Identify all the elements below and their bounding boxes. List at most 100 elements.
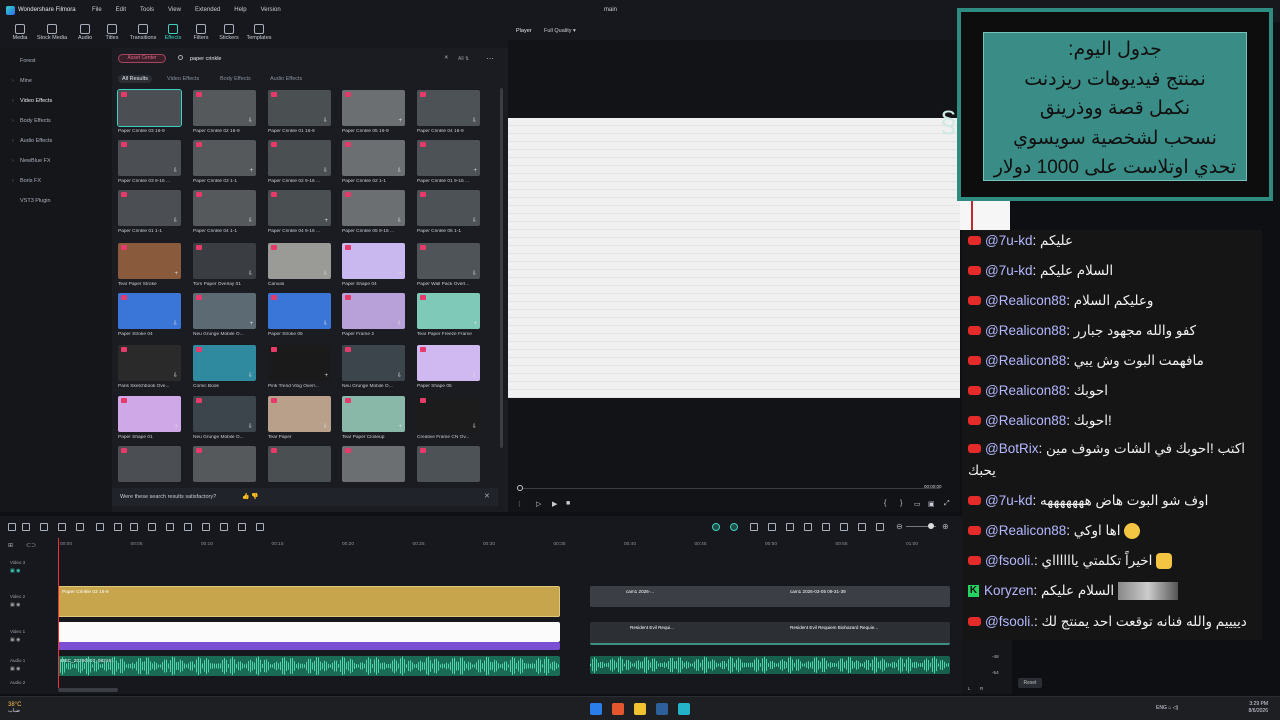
- toolbar-audio[interactable]: Audio: [73, 24, 97, 41]
- download-icon[interactable]: ⇩: [397, 167, 402, 174]
- effect-tile[interactable]: ⇩: [193, 345, 256, 381]
- snapshot-icon[interactable]: [750, 523, 758, 531]
- menu-file[interactable]: File: [92, 7, 102, 13]
- layout-icon[interactable]: [858, 523, 866, 531]
- add-icon[interactable]: +: [398, 424, 402, 430]
- download-icon[interactable]: ⇩: [397, 217, 402, 224]
- effect-tile[interactable]: +: [417, 140, 480, 176]
- color-icon[interactable]: [184, 523, 192, 531]
- effect-tile[interactable]: +: [193, 140, 256, 176]
- effect-tile[interactable]: +: [118, 396, 181, 432]
- sidebar-item-boris-fx[interactable]: Boris FX: [20, 178, 41, 184]
- track-controls[interactable]: ▣ ◉: [10, 568, 20, 574]
- audio-clip-right[interactable]: [590, 656, 950, 674]
- add-track-icon[interactable]: ⊞: [8, 542, 13, 549]
- playhead[interactable]: [58, 538, 59, 688]
- sidebar-item-video-effects[interactable]: Video Effects: [20, 98, 52, 104]
- tab-all-results[interactable]: All Results: [118, 75, 152, 83]
- mixer-icon[interactable]: [822, 523, 830, 531]
- windows-start-icon[interactable]: [590, 703, 602, 715]
- download-icon[interactable]: ⇩: [323, 423, 328, 430]
- track-controls[interactable]: ▣ ◉: [10, 637, 20, 643]
- sidebar-item-audio-effects[interactable]: Audio Effects: [20, 138, 52, 144]
- preview-canvas[interactable]: [508, 118, 960, 398]
- video-clip-white[interactable]: [58, 622, 560, 642]
- filter-dropdown[interactable]: All ⇅: [458, 56, 469, 62]
- sidebar-item-body-effects[interactable]: Body Effects: [20, 118, 51, 124]
- add-icon[interactable]: +: [324, 218, 328, 224]
- sidebar-item-vst3-plugin[interactable]: VST3 Plugin: [20, 198, 51, 204]
- tab-audio-effects[interactable]: Audio Effects: [270, 76, 302, 82]
- sidebar-item-newblue-fx[interactable]: NewBlue FX: [20, 158, 51, 164]
- select-tool-icon[interactable]: [8, 523, 16, 531]
- more-options-icon[interactable]: ⋯: [486, 54, 494, 63]
- zoom-handle[interactable]: [928, 523, 934, 529]
- filmora-taskbar-icon[interactable]: [678, 703, 690, 715]
- playback-progress[interactable]: [520, 488, 940, 489]
- sidebar-item-mine[interactable]: Mine: [20, 78, 32, 84]
- menu-extended[interactable]: Extended: [195, 7, 220, 13]
- effect-tile[interactable]: +: [342, 90, 405, 126]
- download-icon[interactable]: ⇩: [248, 117, 253, 124]
- effect-tile[interactable]: +: [342, 243, 405, 279]
- settings-icon[interactable]: [876, 523, 884, 531]
- effect-tile[interactable]: [417, 446, 480, 482]
- reset-button[interactable]: Reset: [1018, 678, 1042, 688]
- caption-icon[interactable]: [804, 523, 812, 531]
- brave-icon[interactable]: [612, 703, 624, 715]
- effect-tile[interactable]: ⇩: [342, 190, 405, 226]
- effect-icon[interactable]: [238, 523, 246, 531]
- toolbar-templates[interactable]: Templates: [244, 24, 274, 41]
- progress-handle[interactable]: [517, 485, 523, 491]
- download-icon[interactable]: ⇩: [472, 117, 477, 124]
- effect-tile[interactable]: ⇩: [342, 140, 405, 176]
- audio-clip[interactable]: REC_20260803_082151: [58, 656, 560, 676]
- weather-widget[interactable]: 38°C ضباب: [8, 702, 21, 714]
- marker-icon[interactable]: [786, 523, 794, 531]
- effect-tile[interactable]: ⇩: [417, 190, 480, 226]
- effect-tile[interactable]: +: [118, 243, 181, 279]
- tab-body-effects[interactable]: Body Effects: [220, 76, 251, 82]
- track-controls[interactable]: ▣ ◉: [10, 602, 20, 608]
- download-icon[interactable]: ⇩: [248, 423, 253, 430]
- menu-version[interactable]: Version: [261, 7, 281, 13]
- system-tray[interactable]: ENG ⌂ ◁): [1156, 705, 1178, 711]
- ai-icon[interactable]: [730, 523, 738, 531]
- add-icon[interactable]: +: [249, 168, 253, 174]
- display-icon[interactable]: ▭: [914, 500, 921, 508]
- download-icon[interactable]: ⇩: [173, 167, 178, 174]
- redo-icon[interactable]: [58, 523, 66, 531]
- cut-tool-icon[interactable]: [22, 523, 30, 531]
- effect-tile[interactable]: ⇩: [193, 190, 256, 226]
- track-controls[interactable]: ▣ ◉: [10, 666, 20, 672]
- render-icon[interactable]: [712, 523, 720, 531]
- toolbar-stickers[interactable]: Stickers: [216, 24, 242, 41]
- snapshot-icon[interactable]: ▣: [928, 500, 935, 508]
- undo-icon[interactable]: [40, 523, 48, 531]
- effect-tile[interactable]: [342, 446, 405, 482]
- timeline-scrollbar[interactable]: [58, 688, 118, 692]
- effect-tile[interactable]: ⇩: [268, 243, 331, 279]
- effect-tile[interactable]: +: [268, 190, 331, 226]
- download-icon[interactable]: ⇩: [323, 117, 328, 124]
- add-icon[interactable]: +: [249, 321, 253, 327]
- effect-tile[interactable]: ⇩: [342, 293, 405, 329]
- effect-tile[interactable]: ⇩: [342, 345, 405, 381]
- razor-icon[interactable]: [114, 523, 122, 531]
- close-feedback-icon[interactable]: ✕: [484, 492, 490, 500]
- browser-scrollbar[interactable]: [500, 88, 503, 448]
- video-clip-gameplay[interactable]: Resident Evil Requi... Resident Evil Req…: [590, 622, 950, 645]
- video-clip-purple[interactable]: [58, 642, 560, 650]
- effect-clip[interactable]: Paper Crinkle 03 16-9: [58, 586, 560, 617]
- effect-tile[interactable]: [268, 446, 331, 482]
- menu-tools[interactable]: Tools: [140, 7, 154, 13]
- effect-tile[interactable]: +: [342, 396, 405, 432]
- audio-detach-icon[interactable]: [256, 523, 264, 531]
- effect-tile[interactable]: [118, 446, 181, 482]
- effect-tile[interactable]: ⇩: [268, 396, 331, 432]
- effect-tile[interactable]: ⇩: [268, 140, 331, 176]
- play-icon-alt[interactable]: ▶: [552, 500, 557, 508]
- effect-tile[interactable]: ⇩: [193, 243, 256, 279]
- download-icon[interactable]: ⇩: [472, 270, 477, 277]
- effect-tile[interactable]: ⇩: [118, 190, 181, 226]
